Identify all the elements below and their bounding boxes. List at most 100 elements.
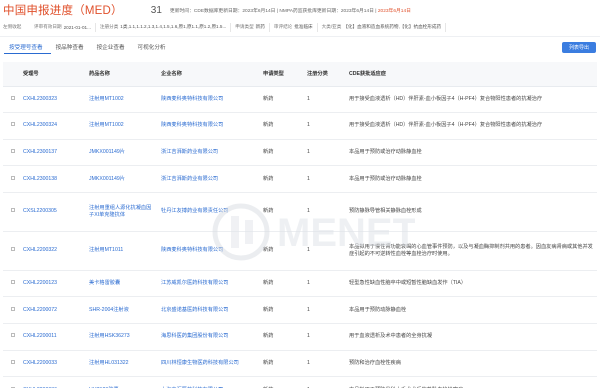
drug-name-link[interactable]: 注射用HSK36273: [83, 323, 155, 351]
acceptance-no-link[interactable]: CXHL2300323: [17, 86, 83, 114]
filter-chip-category[interactable]: 大类/亚类 【化】血液和造血系统药物,【化】抗血栓形成药: [318, 22, 447, 32]
application-type: 新药: [257, 139, 301, 167]
row-checkbox[interactable]: [3, 296, 17, 325]
registration-class: 1: [301, 165, 343, 193]
page-header: 中国申报进度（MED） 31 更新时间：CDE数据库更新日期：2023年6月14…: [0, 0, 600, 20]
row-checkbox[interactable]: [3, 139, 17, 167]
filter-key: 注册分类: [99, 24, 119, 29]
acceptance-no-link[interactable]: CXHL2200036: [17, 376, 83, 388]
view-tabs: 按受理号查看 按品种查看 按企业查看 可视化分析: [4, 42, 174, 54]
table-row: CXHL2200322 注射用MT1011 陕西麦科奥特科技有限公司 新药 1 …: [3, 231, 597, 271]
select-all-checkbox[interactable]: [3, 62, 17, 87]
registration-class: 1: [301, 270, 343, 298]
acceptance-no-link[interactable]: CXHL2300324: [17, 112, 83, 140]
column-header-indication[interactable]: CDE获批适应症: [343, 62, 597, 87]
company-link[interactable]: 陕西麦科奥特科技有限公司: [155, 86, 257, 114]
indication: 用于接受血液透析（HD）伴肝素-血小板因子4（H-PF4）复合物阳性患者的抗凝治…: [343, 86, 597, 114]
row-checkbox[interactable]: [3, 112, 17, 140]
filter-chip-type[interactable]: 申请类型 新药: [231, 22, 270, 32]
column-header-application-type[interactable]: 申请类型: [257, 62, 301, 87]
application-type: 新药: [257, 192, 301, 232]
filter-chip-conclusion[interactable]: 审评结论 批准临床: [270, 22, 318, 32]
table-header-row: 受理号 药品名称 企业名称 申请类型 注册分类 CDE获批适应症: [3, 62, 597, 87]
drug-name-link[interactable]: JMKX001149片: [83, 139, 155, 167]
acceptance-no-link[interactable]: CXHL2200322: [17, 231, 83, 271]
indication: 本品用于预防或治疗动脉静血栓: [343, 165, 597, 193]
acceptance-no-link[interactable]: CXHL2200072: [17, 296, 83, 325]
indication: 本品拟用于慢性肾功能衰竭的心血管事件预防，以及与凝血酶抑制剂共用的患者。因血友病…: [343, 231, 597, 271]
indication: 预防静脉导管相关静脉血栓形成: [343, 192, 597, 232]
filter-chip-class[interactable]: 注册分类 1类,1.1,1.1.2,1.3,1.4,1.5,1.6,原1,原1.1…: [96, 22, 232, 32]
filter-key: 申请类型: [235, 24, 254, 29]
filter-chip-date[interactable]: 评审有效日期 2021-01-01...: [30, 22, 96, 32]
company-link[interactable]: 陕西麦科奥特科技有限公司: [155, 231, 257, 271]
row-checkbox[interactable]: [3, 165, 17, 193]
table-row: CXHL2300323 注射用MT1002 陕西麦科奥特科技有限公司 新药 1 …: [3, 86, 597, 114]
row-checkbox[interactable]: [3, 270, 17, 298]
application-type: 新药: [257, 112, 301, 140]
row-checkbox[interactable]: [3, 231, 17, 271]
tab-visual-analysis[interactable]: 可视化分析: [133, 42, 174, 54]
acceptance-no-link[interactable]: CXSL2200305: [17, 192, 83, 232]
drug-name-link[interactable]: 注射用MT1002: [83, 112, 155, 140]
registration-class: 1: [301, 376, 343, 388]
drug-name-link[interactable]: 注射用HL031322: [83, 350, 155, 378]
filter-value: 【化】血液和造血系统药物,【化】抗血栓形成药: [343, 24, 442, 29]
company-link[interactable]: 北京盛诺基医药科技有限公司: [155, 296, 257, 325]
row-checkbox[interactable]: [3, 192, 17, 232]
table-row: CXHL2300324 注射用MT1002 陕西麦科奥特科技有限公司 新药 1 …: [3, 112, 597, 140]
drug-name-link[interactable]: JMKX001149片: [83, 165, 155, 193]
company-link[interactable]: 牡丹江友搏药业有限责任公司: [155, 192, 257, 232]
filter-key: 审评结论: [273, 24, 293, 29]
drug-name-link[interactable]: SHR-2004注射液: [83, 296, 155, 325]
row-checkbox[interactable]: [3, 350, 17, 378]
registration-class: 1: [301, 86, 343, 114]
column-header-drug-name[interactable]: 药品名称: [83, 62, 155, 87]
column-header-acceptance-no[interactable]: 受理号: [17, 62, 83, 87]
column-header-registration-class[interactable]: 注册分类: [301, 62, 343, 87]
registration-class: 1: [301, 112, 343, 140]
tab-by-company[interactable]: 按企业查看: [92, 42, 133, 54]
acceptance-no-link[interactable]: CXHL2200011: [17, 323, 83, 351]
tab-by-acceptance-number[interactable]: 按受理号查看: [4, 42, 51, 54]
table-row: CXHL2200033 注射用HL031322 四川林恒康生物医药科技有限公司 …: [3, 350, 597, 378]
company-link[interactable]: 江苏威凯尔医药科技有限公司: [155, 270, 257, 298]
indication: 用于接受血液透析（HD）伴肝素-血小板因子4（H-PF4）复合物阳性患者的抗凝治…: [343, 112, 597, 140]
table-row: CXHL2200123 美卡格雷胶囊 江苏威凯尔医药科技有限公司 新药 1 轻型…: [3, 270, 597, 298]
company-link[interactable]: 浙江吉湃斯药业有限公司: [155, 139, 257, 167]
registration-class: 1: [301, 323, 343, 351]
result-count: 31: [150, 4, 162, 16]
filter-bar: 左侧收起 评审有效日期 2021-01-01... 注册分类 1类,1.1,1.1.…: [0, 21, 600, 33]
acceptance-no-link[interactable]: CXHL2300137: [17, 139, 83, 167]
row-checkbox[interactable]: [3, 376, 17, 388]
filter-value: 新药: [255, 24, 265, 29]
results-table: 受理号 药品名称 企业名称 申请类型 注册分类 CDE获批适应症 CXHL230…: [3, 62, 597, 388]
drug-name-link[interactable]: 美卡格雷胶囊: [83, 270, 155, 298]
collapse-left-toggle[interactable]: 左侧收起: [0, 24, 30, 30]
row-checkbox[interactable]: [3, 86, 17, 114]
company-link[interactable]: 陕西麦科奥特科技有限公司: [155, 112, 257, 140]
column-header-company[interactable]: 企业名称: [155, 62, 257, 87]
drug-name-link[interactable]: 注射用重组人源化抗凝血因子XI单克隆抗体: [83, 192, 155, 232]
indication: 轻型急性缺血性脑卒中或短暂性脑缺血发作（TIA）: [343, 270, 597, 298]
drug-name-link[interactable]: HHT120胶囊: [83, 376, 155, 388]
application-type: 新药: [257, 86, 301, 114]
tab-by-product[interactable]: 按品种查看: [51, 42, 92, 54]
row-checkbox[interactable]: [3, 323, 17, 351]
filter-value: 2021-01-01...: [63, 24, 91, 30]
acceptance-no-link[interactable]: CXHL2300138: [17, 165, 83, 193]
acceptance-no-link[interactable]: CXHL2200123: [17, 270, 83, 298]
company-link[interactable]: 上海中汇医药科技有限公司: [155, 376, 257, 388]
page-title: 中国申报进度（MED）: [3, 5, 123, 17]
drug-name-link[interactable]: 注射用MT1011: [83, 231, 155, 271]
company-link[interactable]: 四川林恒康生物医药科技有限公司: [155, 350, 257, 378]
divider: [0, 36, 600, 37]
export-list-button[interactable]: 列表导出: [562, 42, 596, 53]
acceptance-no-link[interactable]: CXHL2200033: [17, 350, 83, 378]
drug-name-link[interactable]: 注射用MT1002: [83, 86, 155, 114]
table-row: CXHL2300138 JMKX001149片 浙江吉湃斯药业有限公司 新药 1…: [3, 165, 597, 193]
company-link[interactable]: 浙江吉湃斯药业有限公司: [155, 165, 257, 193]
indication: 本品用于预防动脉静血栓: [343, 296, 597, 325]
update-info: 更新时间：CDE数据库更新日期：2023年6月14日 | NMPA药监获批库更新…: [169, 8, 411, 14]
company-link[interactable]: 海思科医药集团股份有限公司: [155, 323, 257, 351]
